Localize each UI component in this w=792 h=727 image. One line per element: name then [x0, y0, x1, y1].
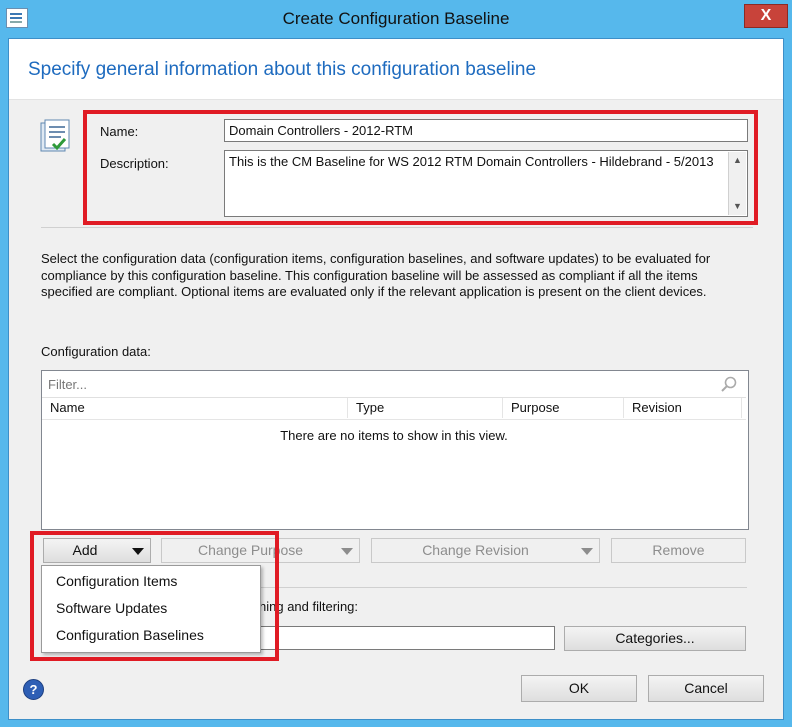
separator — [41, 227, 753, 228]
cancel-button[interactable]: Cancel — [648, 675, 764, 702]
info-text: Select the configuration data (configura… — [41, 251, 710, 301]
empty-list-message: There are no items to show in this view. — [280, 428, 508, 443]
configuration-data-list[interactable]: Filter... Name Type Purpose Revision The… — [41, 370, 749, 530]
page-title: Specify general information about this c… — [28, 59, 537, 80]
column-header-revision[interactable]: Revision — [624, 398, 742, 418]
highlight-box-add-menu — [30, 531, 279, 661]
change-revision-label: Change Revision — [422, 542, 529, 558]
window-title: Create Configuration Baseline — [282, 9, 510, 28]
info-line-1: Select the configuration data (configura… — [41, 251, 711, 266]
configuration-data-label: Configuration data: — [41, 344, 151, 359]
header-divider — [42, 419, 746, 420]
categories-field[interactable] — [259, 626, 555, 650]
remove-button[interactable]: Remove — [611, 538, 746, 563]
dialog-client-area: Specify general information about this c… — [8, 38, 784, 720]
change-revision-button[interactable]: Change Revision — [371, 538, 600, 563]
dropdown-arrow-icon — [581, 548, 593, 555]
ok-button[interactable]: OK — [521, 675, 637, 702]
heading-banner: Specify general information about this c… — [9, 39, 783, 100]
help-icon[interactable]: ? — [23, 679, 44, 700]
baseline-icon — [40, 119, 70, 152]
categories-button[interactable]: Categories... — [564, 626, 746, 651]
info-line-2: compliance by this configuration baselin… — [41, 267, 698, 283]
info-line-3: specified are compliant. Optional items … — [41, 284, 707, 299]
column-header-name[interactable]: Name — [42, 398, 348, 418]
search-icon[interactable] — [720, 375, 738, 393]
dropdown-arrow-icon — [341, 548, 353, 555]
close-button[interactable]: X — [744, 4, 788, 28]
filter-placeholder: Filter... — [48, 377, 88, 392]
highlight-box-name-description — [83, 110, 758, 225]
dialog-window: Create Configuration Baseline X Specify … — [0, 0, 792, 727]
title-bar[interactable]: Create Configuration Baseline X — [0, 0, 792, 38]
filter-box[interactable]: Filter... — [42, 371, 746, 398]
column-header-purpose[interactable]: Purpose — [503, 398, 624, 418]
column-header-type[interactable]: Type — [348, 398, 503, 418]
